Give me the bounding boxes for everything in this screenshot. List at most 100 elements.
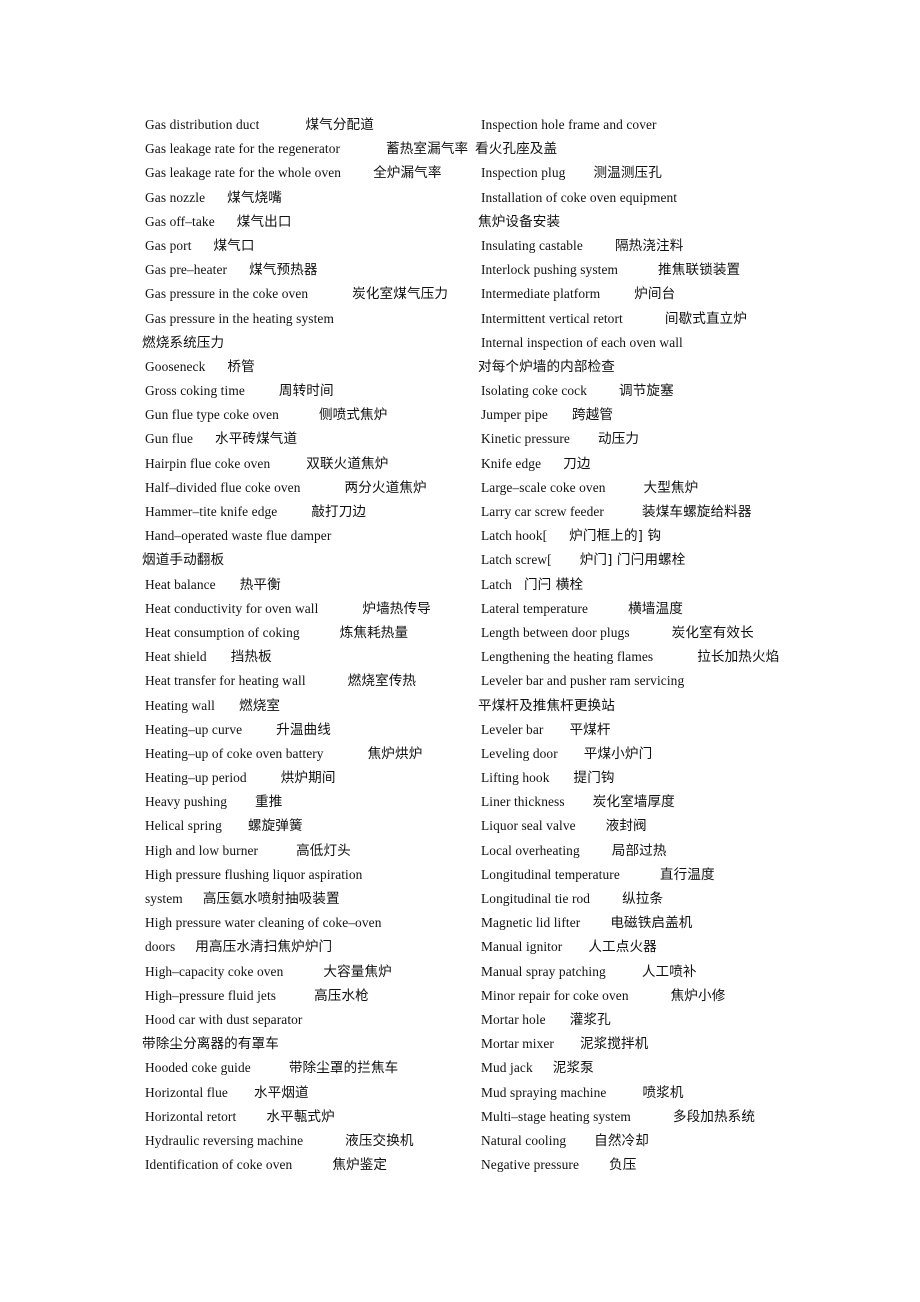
glossary-entry: Gas nozzle 煤气烧嘴 (145, 186, 481, 210)
glossary-entry: doors 用高压水清扫焦炉炉门 (145, 935, 481, 959)
glossary-term-en: Heat shield (145, 649, 207, 665)
glossary-entry: Manual ignitor 人工点火器 (481, 935, 821, 959)
glossary-entry: 平煤杆及推焦杆更换站 (478, 694, 821, 718)
glossary-term-en: Heating–up period (145, 770, 247, 786)
glossary-entry: 带除尘分离器的有罩车 (142, 1032, 481, 1056)
glossary-term-en: Lifting hook (481, 770, 550, 786)
glossary-entry: Heavy pushing 重推 (145, 790, 481, 814)
glossary-entry: Half–divided flue coke oven 两分火道焦炉 (145, 476, 481, 500)
glossary-term-en: Leveler bar (481, 721, 544, 737)
glossary-term-zh: 炉墙热传导 (362, 600, 431, 617)
glossary-term-en: Kinetic pressure (481, 431, 570, 447)
glossary-term-en: Gun flue type coke oven (145, 407, 279, 423)
glossary-entry: Lifting hook 提门钩 (481, 766, 821, 790)
glossary-term-zh: 焦炉鉴定 (332, 1157, 388, 1174)
glossary-term-en: Heat conductivity for oven wall (145, 600, 319, 616)
glossary-term-en: Mud spraying machine (481, 1084, 607, 1100)
glossary-term-zh: 带除尘罩的拦焦车 (288, 1060, 399, 1077)
glossary-term-en: Hydraulic reversing machine (145, 1132, 304, 1148)
glossary-entry: High and low burner 高低灯头 (145, 839, 481, 863)
glossary-term-zh: 燃烧室 (239, 697, 281, 714)
glossary-entry: Mortar mixer 泥浆搅拌机 (481, 1032, 821, 1056)
glossary-entry: Gas off–take 煤气出口 (145, 210, 481, 234)
glossary-entry: Gun flue type coke oven 侧喷式焦炉 (145, 403, 481, 427)
glossary-term-zh: 液压交换机 (345, 1132, 414, 1149)
glossary-entry: Heat transfer for heating wall 燃烧室传热 (145, 669, 481, 693)
glossary-entry: system 高压氨水喷射抽吸装置 (145, 887, 481, 911)
glossary-term-en: Gas off–take (145, 213, 215, 229)
glossary-entry: Heating–up of coke oven battery 焦炉烘炉 (145, 742, 481, 766)
glossary-term-zh: 焦炉烘炉 (367, 745, 423, 762)
glossary-entry: 焦炉设备安装 (478, 210, 821, 234)
glossary-term-en: Manual ignitor (481, 939, 563, 955)
glossary-term-en: Leveling door (481, 745, 558, 761)
left-glossary-column: Gas distribution duct 煤气分配道 Gas leakage ra… (142, 113, 481, 1177)
glossary-entry: Hydraulic reversing machine 液压交换机 (145, 1129, 481, 1153)
glossary-entry: 燃烧系统压力 (142, 331, 481, 355)
glossary-term-en: Horizontal flue (145, 1084, 228, 1100)
glossary-term-en: Length between door plugs (481, 624, 630, 640)
glossary-term-en: Large–scale coke oven (481, 479, 606, 495)
glossary-term-zh: 电磁铁启盖机 (610, 915, 693, 932)
glossary-term-en: Heating–up curve (145, 721, 243, 737)
glossary-entry: Hammer–tite knife edge 敲打刀边 (145, 500, 481, 524)
glossary-term-en: Leveler bar and pusher ram servicing (481, 673, 685, 689)
glossary-term-zh: 煤气出口 (236, 213, 292, 230)
glossary-term-en: Heavy pushing (145, 794, 228, 810)
glossary-term-zh: 拉长加热火焰 (697, 649, 780, 666)
glossary-entry: Latch hook[炉门框上的] 钩 (481, 524, 821, 548)
glossary-entry: Minor repair for coke oven 焦炉小修 (481, 984, 821, 1008)
glossary-term-en: Liner thickness (481, 794, 565, 810)
glossary-term-en: Heating–up of coke oven battery (145, 745, 324, 761)
glossary-entry: Hooded coke guide 带除尘罩的拦焦车 (145, 1056, 481, 1080)
glossary-term-en: Isolating coke cock (481, 383, 588, 399)
glossary-term-zh: 平煤杆及推焦杆更换站 (478, 697, 615, 714)
glossary-term-zh: 燃烧系统压力 (142, 334, 225, 351)
glossary-term-zh: 敲打刀边 (311, 504, 367, 520)
glossary-entry: Liquor seal valve 液封阀 (481, 814, 821, 838)
glossary-entry: Gas distribution duct 煤气分配道 (145, 113, 481, 137)
glossary-term-zh: 周转时间 (278, 383, 334, 400)
glossary-term-en: Manual spray patching (481, 963, 606, 979)
glossary-term-en: Installation of coke oven equipment (481, 189, 678, 205)
glossary-term-en: Inspection plug (481, 165, 566, 181)
glossary-term-zh: 提门钩 (573, 770, 615, 787)
glossary-term-en: Mortar hole (481, 1011, 546, 1027)
glossary-entry: Kinetic pressure 动压力 (481, 427, 821, 451)
glossary-entry: Lateral temperature 横墙温度 (481, 597, 821, 621)
glossary-term-en: Internal inspection of each oven wall (481, 334, 683, 350)
glossary-term-zh: 测温测压孔 (593, 165, 662, 182)
glossary-entry: Natural cooling 自然冷却 (481, 1129, 821, 1153)
glossary-entry: Manual spray patching 人工喷补 (481, 960, 821, 984)
glossary-entry: Negative pressure 负压 (481, 1153, 821, 1177)
glossary-entry: Intermediate platform 炉间台 (481, 282, 821, 306)
glossary-term-zh: 全炉漏气率 (373, 165, 442, 182)
glossary-term-zh: 动压力 (597, 431, 640, 448)
glossary-term-zh: 平煤小炉门 (583, 745, 653, 762)
glossary-entry: Jumper pipe 跨越管 (481, 403, 821, 427)
glossary-entry: Magnetic lid lifter 电磁铁启盖机 (481, 911, 821, 935)
glossary-entry: Gas pressure in the heating system (145, 307, 481, 331)
glossary-term-en: Latch (481, 576, 512, 592)
glossary-entry: Insulating castable 隔热浇注料 (481, 234, 821, 258)
glossary-entry: Identification of coke oven 焦炉鉴定 (145, 1153, 481, 1177)
glossary-page: Gas distribution duct 煤气分配道 Gas leakage ra… (0, 0, 920, 1302)
glossary-entry: Isolating coke cock 调节旋塞 (481, 379, 821, 403)
glossary-entry: Leveler bar and pusher ram servicing (481, 669, 821, 693)
glossary-entry: Intermittent vertical retort 间歇式直立炉 (481, 307, 821, 331)
glossary-term-zh: 煤气预热器 (249, 262, 318, 279)
glossary-term-en: doors (145, 939, 176, 955)
glossary-term-en: Magnetic lid lifter (481, 915, 581, 931)
glossary-term-en: Knife edge (481, 455, 542, 471)
glossary-term-en: Latch hook[ (481, 528, 548, 544)
glossary-term-zh: 负压 (609, 1157, 637, 1174)
glossary-entry: Installation of coke oven equipment (481, 186, 821, 210)
glossary-term-zh: 燃烧室传热 (347, 673, 417, 690)
glossary-entry: Gooseneck 桥管 (145, 355, 481, 379)
glossary-entry: Heat balance 热平衡 (145, 573, 481, 597)
glossary-term-en: Mud jack (481, 1060, 533, 1076)
glossary-term-zh: 炭化室墙厚度 (592, 794, 675, 811)
glossary-term-en: Insulating castable (481, 237, 583, 253)
glossary-term-en: Hooded coke guide (145, 1060, 251, 1076)
glossary-entry: Inspection plug 测温测压孔 (481, 161, 821, 185)
